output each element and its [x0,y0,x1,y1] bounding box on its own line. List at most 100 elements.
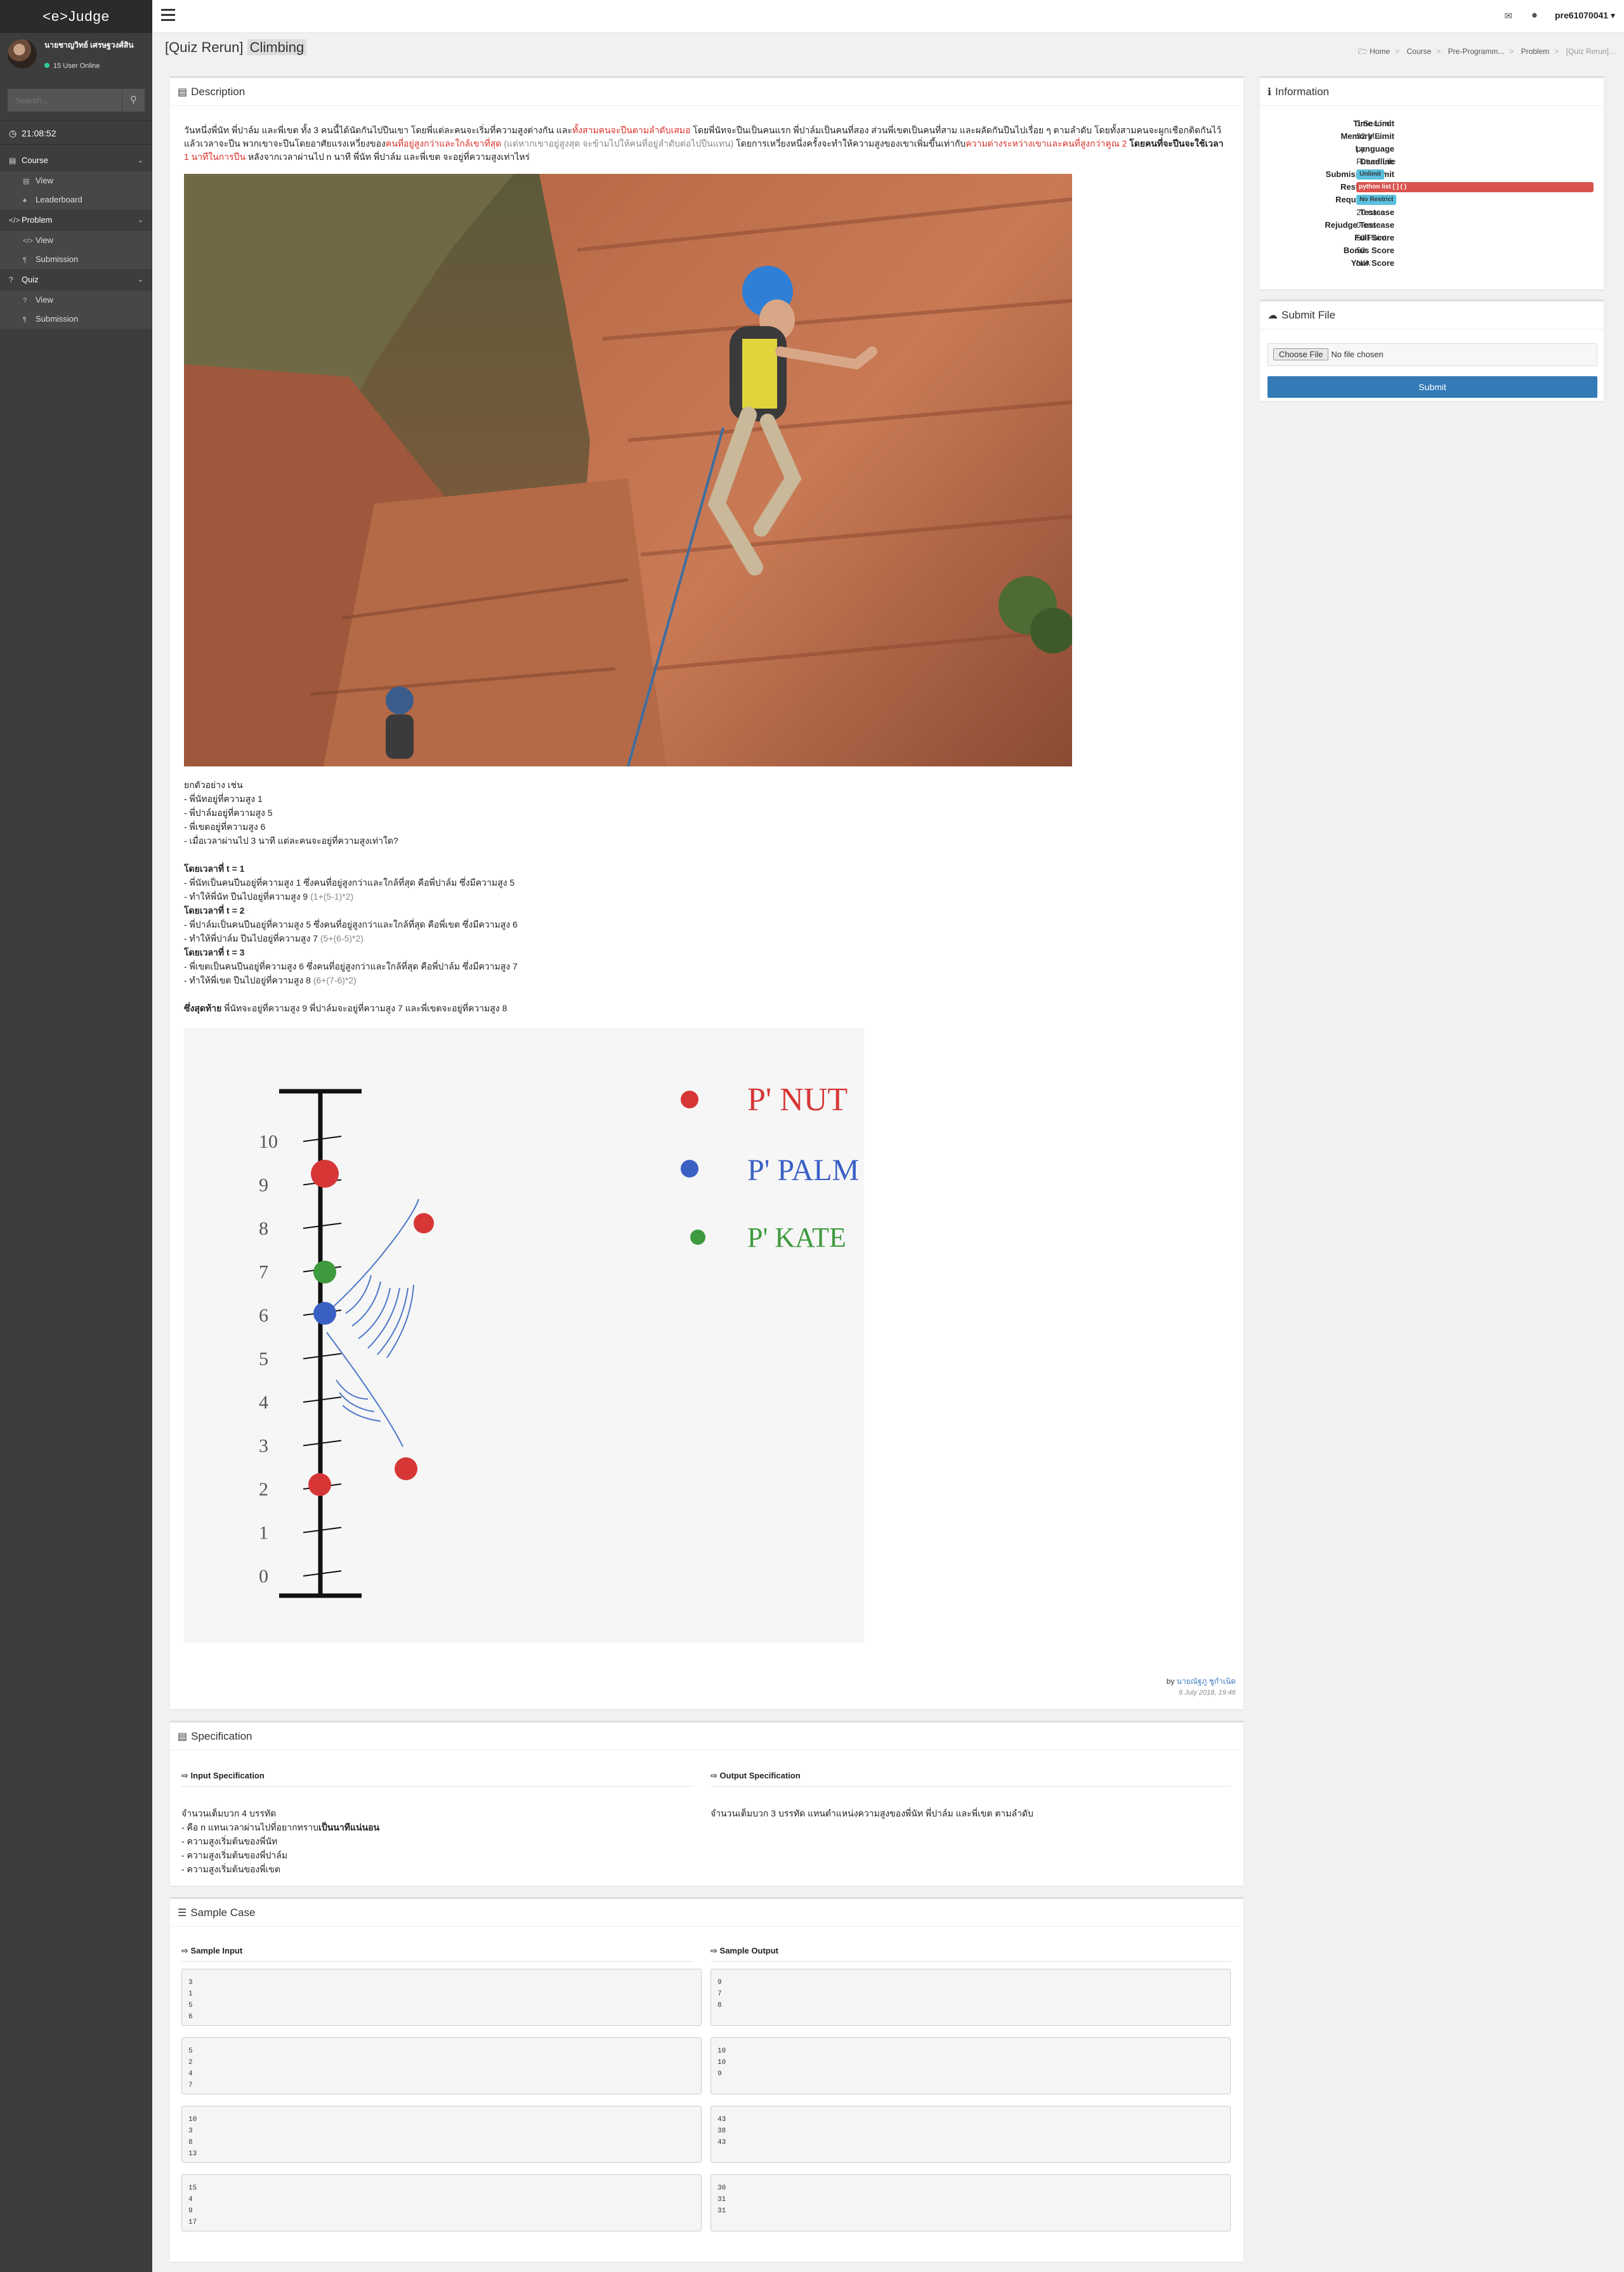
specification-panel: ▤ Specification ⇨ Input Specification ⇨ O… [170,1721,1243,1886]
info-key: Language [1355,144,1394,154]
time-step-line: - ทำให้พี่เขต ปีนไปอยู่ที่ความสูง 8 [184,975,311,985]
breadcrumb-course-name[interactable]: Pre-Programm... [1448,47,1505,56]
submit-button[interactable]: Submit [1267,376,1597,398]
info-value: 1 Second [1356,119,1391,128]
document-icon: ▤ [178,87,188,98]
clock-time: 21:08:52 [22,128,56,138]
diagram-tick-label: 10 [259,1131,278,1152]
diagram-tick-label: 7 [259,1262,268,1283]
sample-title: ☰ Sample Case [170,1899,1243,1927]
breadcrumb-problem[interactable]: Problem [1521,47,1550,56]
spec-line: - ความสูงเริ่มต้นของพี่เขต [181,1864,280,1874]
sign-out-icon: ⇨ [710,1946,717,1955]
sample-output-4[interactable]: 30 31 31 [710,2174,1231,2231]
sample-output-3[interactable]: 43 38 43 [710,2106,1231,2163]
diagram-tick-label: 2 [259,1479,268,1500]
sidebar: <e>Judge นายชาญวิทย์ เศรษฐวงศ์สิน 15 Use… [0,0,152,2272]
sample-input-3[interactable]: 10 3 8 13 [181,2106,702,2163]
diagram-tick-label: 1 [259,1523,268,1544]
information-title-text: Information [1275,86,1330,98]
info-value: py [1356,144,1365,154]
choose-file-button[interactable]: Choose File [1273,348,1329,360]
breadcrumb-home[interactable]: Home [1370,47,1390,56]
nut-start-dot [308,1473,331,1496]
breadcrumb-course[interactable]: Course [1406,47,1431,56]
file-input[interactable]: Choose File No file chosen [1267,343,1597,366]
info-row: Memory Limit 32 MB [1260,131,1604,144]
brand-logo[interactable]: <e>Judge [0,0,152,33]
mail-icon[interactable]: ✉ [1504,10,1512,22]
menu-problem-label: Problem [22,215,53,225]
online-count: 15 User Online [53,62,100,70]
submit-file-title-text: Submit File [1281,309,1336,321]
diagram-tick-label: 9 [259,1175,268,1196]
sidebar-item-quiz-view[interactable]: ? View [0,291,152,310]
author-link[interactable]: นายณัฐภู ชูกำเนิด [1177,1677,1236,1686]
time-step-heading: โดยเวลาที่ t = 1 [184,863,245,874]
diagram-tick-label: 8 [259,1218,268,1239]
book-icon: ▤ [9,156,16,165]
info-row: Rejudge Testcase 0 case [1260,220,1604,233]
diagram-tick-label: 6 [259,1305,268,1326]
user-menu[interactable]: pre61070041 ▾ [1555,10,1615,21]
sidebar-item-problem-submission[interactable]: ¶ Submission [0,250,152,269]
sample-input-2[interactable]: 5 2 4 7 [181,2037,702,2094]
sidebar-item-problem-view[interactable]: </> View [0,231,152,250]
statement-part: โดยการเหวี่ยงหนึ่งครั้งจะทำให้ความสูงของ… [733,138,966,148]
sidebar-item-leaderboard[interactable]: ♠ Leaderboard [0,190,152,209]
sidebar-item-quiz-submission[interactable]: ¶ Submission [0,310,152,329]
information-title: ℹ Information [1260,78,1604,106]
info-icon: ℹ [1267,87,1272,98]
time-step-line: - ทำให้พี่ปาล์ม ปีนไปอยู่ที่ความสูง 7 [184,933,318,943]
info-value: 20 case [1356,207,1385,217]
sidebar-item-course-view[interactable]: ▤ View [0,171,152,190]
sign-out-icon: ⇨ [710,1771,717,1780]
statement-part: หลังจากเวลาผ่านไป n นาที พี่นัท พี่ปาล์ม… [246,152,530,162]
input-spec-text: จำนวนเต็มบวก 4 บรรทัด - คือ n แทนเวลาผ่า… [181,1806,689,1876]
globe-icon[interactable]: ● [1531,9,1538,22]
sample-output-2[interactable]: 10 10 9 [710,2037,1231,2094]
top-navbar: ✉ ● pre61070041 ▾ [152,0,1624,33]
folder-icon: 🗁 [1358,47,1368,56]
info-value: 32 MB [1356,131,1380,141]
legend-palm-dot [681,1160,698,1178]
information-panel: ℹ Information Time Limit 1 Second Memory Li… [1260,76,1604,289]
sidebar-menu: ▤ Course ⌄ ▤ View ♠ Leaderboard </> Problem ⌄ … [0,150,152,329]
example-block: ยกตัวอย่าง เช่น - พี่นัทอยู่ที่ความสูง 1… [184,778,1229,1015]
search-input[interactable] [8,89,122,112]
sign-in-icon: ⇨ [181,1946,188,1955]
submit-file-title: ☁ Submit File [1260,301,1604,329]
time-step-line: - พี่นัทเป็นคนปีนอยู่ที่ความสูง 1 ซึ่งคน… [184,877,515,888]
statement-part: วันหนึ่งพี่นัท พี่ปาล์ม และพี่เขต ทั้ง 3… [184,125,573,135]
sample-input-1[interactable]: 3 1 5 6 [181,1969,702,2026]
sidebar-item-label: View [36,295,53,305]
menu-quiz[interactable]: ? Quiz ⌄ [0,269,152,291]
menu-course[interactable]: ▤ Course ⌄ [0,150,152,171]
sample-output-heading: ⇨ Sample Output [710,1946,778,1956]
restrict-word-badge: python list [ ] ( ) [1356,182,1594,192]
sample-title-text: Sample Case [190,1907,256,1919]
chevron-down-icon: ⌄ [137,216,143,224]
sidebar-item-label: Submission [36,314,79,324]
legend-nut: P' NUT [747,1082,848,1118]
avatar[interactable] [8,39,37,69]
file-status: No file chosen [1331,350,1384,359]
hamburger-menu-icon[interactable] [161,9,175,22]
document-icon: ▤ [178,1731,188,1742]
clock-icon: ◷ [9,128,17,138]
diagram-tick-label: 5 [259,1349,268,1370]
specification-title: ▤ Specification [170,1723,1243,1750]
search-icon[interactable]: ⚲ [122,89,145,112]
menu-course-sub: ▤ View ♠ Leaderboard [0,171,152,209]
final-result-text: พี่นัทจะอยู่ที่ความสูง 9 พี่ปาล์มจะอยู่ท… [221,1003,508,1013]
spec-line: จำนวนเต็มบวก 4 บรรทัด [181,1808,277,1818]
statement-highlight: ทั้งสามคนจะปีนตามลำดับเสมอ [572,125,691,135]
info-value: 50 Point [1356,233,1387,242]
sample-input-label: Sample Input [190,1946,243,1955]
code-icon: </> [9,216,20,225]
sample-input-4[interactable]: 15 4 9 17 [181,2174,702,2231]
menu-problem[interactable]: </> Problem ⌄ [0,209,152,231]
title-prefix: [Quiz Rerun] [165,39,247,55]
sample-output-1[interactable]: 9 7 8 [710,1969,1231,2026]
author-date: 6 July 2018, 19:46 [1179,1689,1236,1697]
